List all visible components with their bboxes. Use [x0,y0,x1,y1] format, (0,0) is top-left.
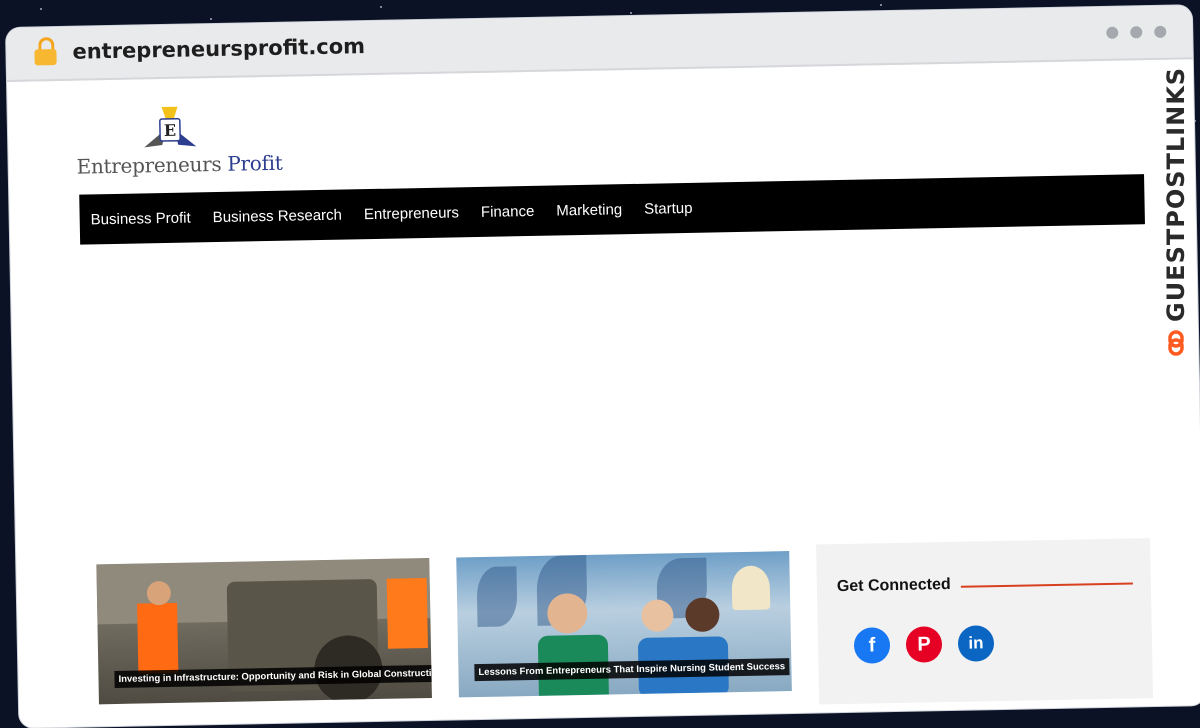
window-dot[interactable] [1154,25,1167,38]
linkedin-icon[interactable]: in [957,625,995,662]
article-card-nursing[interactable]: Lessons From Entrepreneurs That Inspire … [456,551,792,698]
address-bar-url[interactable]: entrepreneursprofit.com [72,34,365,64]
nav-item-business-research[interactable]: Business Research [213,206,343,225]
watermark-text: GUESTPOSTLINKS [1162,66,1190,322]
pinterest-icon[interactable]: P [905,626,943,663]
guestpostlinks-watermark: GUESTPOSTLINKS [1158,56,1194,356]
facebook-icon[interactable]: f [853,627,891,664]
nav-item-business-profit[interactable]: Business Profit [91,209,191,228]
main-navigation: Business Profit Business Research Entrep… [79,174,1145,245]
logo-wordmark: Entrepreneurs Profit [76,151,282,179]
window-dot[interactable] [1130,26,1143,39]
nav-item-marketing[interactable]: Marketing [556,201,622,219]
sidebar-get-connected: Get Connected f P in [816,538,1154,705]
logo-text-main: Entrepreneurs [76,151,222,179]
window-dot[interactable] [1106,26,1119,39]
window-controls [1106,25,1167,39]
lock-icon [34,37,57,66]
svg-text:E: E [164,121,177,140]
sidebar-title-rule [960,582,1133,588]
browser-window: entrepreneursprofit.com E Entrepreneurs … [6,5,1200,728]
social-links: f P in [853,625,995,664]
sidebar-title: Get Connected [836,575,951,596]
article-card-infrastructure[interactable]: Investing in Infrastructure: Opportunity… [96,557,432,705]
nav-item-finance[interactable]: Finance [481,202,535,220]
site-logo[interactable]: E Entrepreneurs Profit [76,103,283,187]
link-chain-icon [1168,330,1184,356]
logo-emblem-icon: E [144,106,197,148]
logo-text-accent: Profit [227,150,283,176]
nav-item-entrepreneurs[interactable]: Entrepreneurs [364,204,459,223]
nav-item-startup[interactable]: Startup [644,199,693,217]
